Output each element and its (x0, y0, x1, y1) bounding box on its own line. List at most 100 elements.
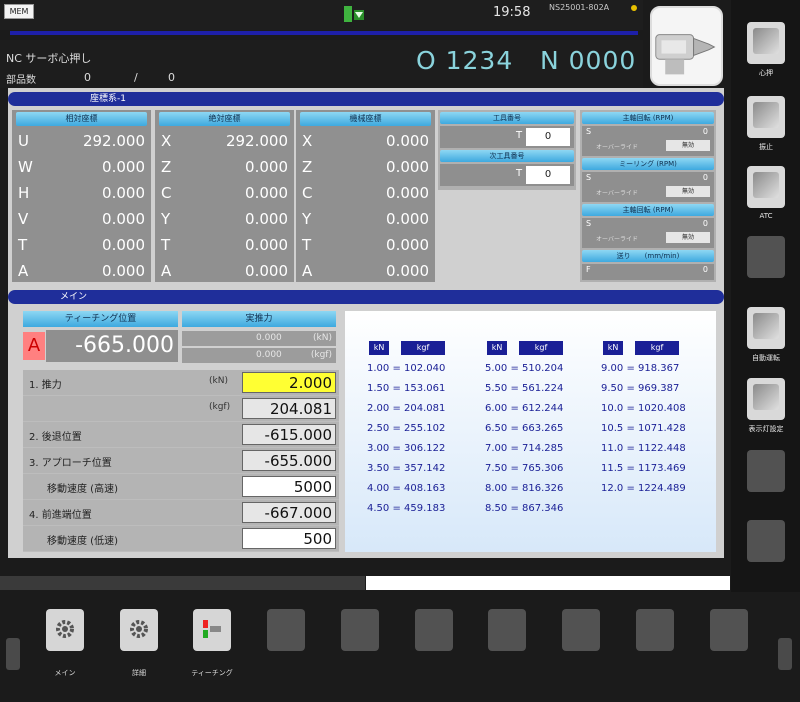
conversion-line: 1.00 = 102.040 (367, 363, 446, 374)
setting-row-1: 1. 推力 (kN) 2.000 (23, 370, 339, 395)
conversion-line: 11.0 = 1122.448 (601, 443, 686, 454)
axis-label: X (161, 132, 172, 150)
tool-number-value[interactable]: 0 (526, 128, 570, 146)
actual-force-kn: 0.000 (kN) (182, 331, 336, 346)
spindle-section-title-text: ミーリング (RPM) (619, 160, 677, 168)
spindle-value: 0 (702, 173, 708, 182)
setting-label: 3. アプローチ位置 (29, 458, 112, 469)
actual-force-kgf: 0.000 (kgf) (182, 348, 336, 363)
axis-label: A (161, 262, 172, 280)
axis-value: 0.000 (386, 132, 429, 150)
coord-row: Z 0.000 (296, 154, 435, 179)
side-button-1[interactable] (747, 22, 785, 64)
axis-value: 0.000 (102, 262, 145, 280)
conversion-head-kgf: kgf (519, 341, 563, 355)
conversion-line: 12.0 = 1224.489 (601, 483, 686, 494)
conversion-line: 6.00 = 612.244 (485, 403, 564, 414)
axis-value: 0.000 (102, 210, 145, 228)
next-tool-value[interactable]: 0 (526, 166, 570, 184)
conversion-line: 8.00 = 816.326 (485, 483, 564, 494)
actual-force-title: 実推力 (182, 311, 336, 327)
setting-label: 4. 前進端位置 (29, 510, 92, 521)
setting-label: 1. 推力 (29, 380, 62, 391)
program-number: O 1234 (416, 46, 514, 75)
coord-row: C 0.000 (155, 180, 294, 205)
coord-row: A 0.000 (155, 258, 294, 283)
axis-label: V (18, 210, 29, 228)
side-button-2[interactable] (747, 96, 785, 138)
setting-value-field[interactable]: 204.081 (242, 398, 336, 419)
softkey-6[interactable] (415, 609, 453, 651)
side-panel (731, 0, 800, 600)
softkey-4[interactable] (267, 609, 305, 651)
setting-value-field[interactable]: -667.000 (242, 502, 336, 523)
coord-row: A 0.000 (12, 258, 151, 283)
coord-row: C 0.000 (296, 180, 435, 205)
side-button-label-3: ATC (759, 212, 773, 220)
setting-value-field[interactable]: 2.000 (242, 372, 336, 393)
atc-icon (753, 172, 779, 198)
softkey-5[interactable] (341, 609, 379, 651)
auto-operation-icon (753, 313, 779, 339)
gear-icon (54, 618, 76, 640)
side-button-5[interactable] (747, 307, 785, 349)
setting-value-field[interactable]: 5000 (242, 476, 336, 497)
tool-number-label: T (516, 130, 523, 141)
coord-row: A 0.000 (296, 258, 435, 283)
axis-label: U (18, 132, 29, 150)
input-line[interactable] (366, 576, 730, 590)
conversion-line: 3.50 = 357.142 (367, 463, 446, 474)
machine-serial: NS25001-802A (549, 3, 610, 12)
softkey-2[interactable] (120, 609, 158, 651)
side-button-label-6: 表示灯設定 (748, 425, 784, 433)
setting-value-field[interactable]: 500 (242, 528, 336, 549)
coord-row: X 0.000 (296, 128, 435, 153)
side-button-4[interactable] (747, 236, 785, 278)
teaching-icon (201, 618, 223, 640)
spindle-value: 0 (702, 127, 708, 136)
indicator-light-icon (753, 384, 779, 410)
override-value[interactable]: 無効 (666, 232, 710, 243)
side-button-6[interactable] (747, 378, 785, 420)
parts-total: 0 (168, 71, 175, 84)
axis-label: H (18, 184, 30, 202)
side-button-3[interactable] (747, 166, 785, 208)
override-value[interactable]: 無効 (666, 186, 710, 197)
axis-value: 0.000 (386, 184, 429, 202)
side-button-7[interactable] (747, 450, 785, 492)
conversion-line: 1.50 = 153.061 (367, 383, 446, 394)
teaching-axis: A (23, 332, 45, 360)
softkey-3[interactable] (193, 609, 231, 651)
divider (10, 31, 638, 35)
axis-label: Y (302, 210, 312, 228)
setting-value-field[interactable]: -615.000 (242, 424, 336, 445)
conversion-line: 2.50 = 255.102 (367, 423, 446, 434)
softkey-7[interactable] (488, 609, 526, 651)
setting-value-field[interactable]: -655.000 (242, 450, 336, 471)
side-button-8[interactable] (747, 520, 785, 562)
coord-row: T 0.000 (12, 232, 151, 257)
coord-column-3: 機械座標 X 0.000 Z 0.000 C 0.000 Y 0.000 T 0.000 A 0.000 (296, 110, 435, 282)
coord-column-1: 相対座標 U 292.000 W 0.000 H 0.000 V 0.000 T 0.000 A 0.0… (12, 110, 151, 282)
spindle-value-row: S 0 オーバーライド 無効 (582, 218, 714, 248)
softkey-9[interactable] (636, 609, 674, 651)
parts-separator: / (134, 71, 138, 84)
softkey-8[interactable] (562, 609, 600, 651)
spindle-value-row: S 0 オーバーライド 無効 (582, 126, 714, 156)
conversion-line: 2.00 = 204.081 (367, 403, 446, 414)
coord-row: U 292.000 (12, 128, 151, 153)
spindle-section-title: ミーリング (RPM) (582, 158, 714, 170)
softkey-10[interactable] (710, 609, 748, 651)
softkey-1[interactable] (46, 609, 84, 651)
side-button-label-5: 自動運転 (752, 354, 780, 362)
spindle-section-unit: (mm/min) (644, 252, 680, 260)
conversion-line: 5.50 = 561.224 (485, 383, 564, 394)
override-value[interactable]: 無効 (666, 140, 710, 151)
axis-value: 0.000 (102, 236, 145, 254)
coord-column-title: 相対座標 (16, 112, 147, 126)
coord-row: Y 0.000 (155, 206, 294, 231)
softkey-prev-button[interactable] (6, 638, 20, 670)
softkey-next-button[interactable] (778, 638, 792, 670)
conversion-table: kN kgf 1.00 = 102.040 1.50 = 153.061 2.00 = … (345, 311, 716, 552)
steady-rest-icon (753, 102, 779, 128)
